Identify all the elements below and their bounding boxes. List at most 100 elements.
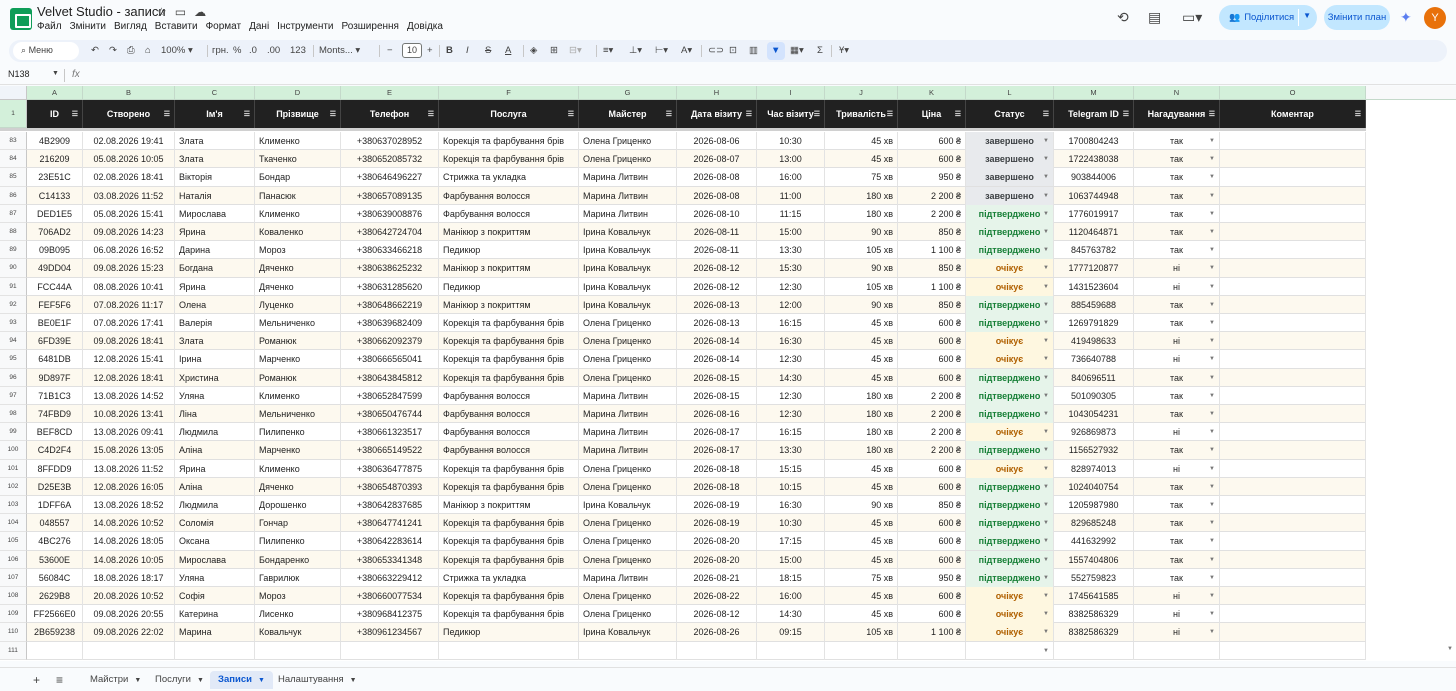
dropdown-arrow-icon[interactable]: ▼	[1209, 278, 1215, 296]
paint-format-icon[interactable]: ⌂	[145, 45, 151, 56]
dropdown-arrow-icon[interactable]: ▼	[1043, 642, 1049, 660]
dropdown-arrow-icon[interactable]: ▼	[1209, 350, 1215, 368]
cell-master[interactable]: Марина Литвин	[579, 168, 677, 187]
cell-time[interactable]: 13:00	[757, 150, 825, 169]
cell-created[interactable]: 02.08.2026 19:41	[83, 132, 175, 150]
row-number[interactable]: 98	[0, 405, 27, 424]
cell-surname[interactable]: Мороз	[255, 587, 341, 605]
cell-date[interactable]: 2026-08-11	[677, 241, 757, 260]
row-number[interactable]: 1	[0, 100, 27, 128]
cell-dur[interactable]: 75 хв	[825, 168, 898, 187]
font-select[interactable]: Monts... ▾	[319, 45, 360, 56]
scroll-down-icon[interactable]: ▼	[1447, 646, 1453, 652]
status-dropdown[interactable]: завершено ▼	[966, 168, 1054, 187]
cell-comment[interactable]	[1220, 496, 1366, 514]
cell-time[interactable]: 15:00	[757, 223, 825, 241]
cell-phone[interactable]: +380648662219	[341, 295, 439, 314]
status-dropdown[interactable]: очікує ▼	[966, 277, 1054, 296]
cell-comment[interactable]	[1220, 295, 1366, 314]
cell-service[interactable]: Корекція та фарбування брів	[439, 314, 579, 332]
reminder-dropdown[interactable]: так ▼	[1134, 223, 1220, 241]
cell-id[interactable]: 23E51C	[27, 168, 83, 187]
cell-id[interactable]: 4BC276	[27, 532, 83, 551]
cell-tg[interactable]: 1024040754	[1054, 477, 1134, 496]
cell-phone[interactable]: +380647741241	[341, 514, 439, 533]
cell-dur[interactable]: 45 хв	[825, 350, 898, 369]
cell-date[interactable]: 2026-08-12	[677, 277, 757, 296]
status-dropdown[interactable]: підтверджено ▼	[966, 368, 1054, 387]
dropdown-arrow-icon[interactable]: ▼	[1209, 605, 1215, 623]
freeze-divider[interactable]	[0, 128, 1366, 131]
increase-decimal-button[interactable]: .00	[267, 45, 280, 56]
font-size-decrease-icon[interactable]: −	[387, 45, 393, 56]
document-title[interactable]: Velvet Studio - записи	[37, 4, 166, 19]
dropdown-arrow-icon[interactable]: ▼	[1043, 623, 1049, 641]
cell-master[interactable]: Олена Гриценко	[579, 605, 677, 624]
number-format-button[interactable]: 123	[290, 45, 306, 56]
cell-phone[interactable]: +380631285620	[341, 277, 439, 296]
dropdown-arrow-icon[interactable]: ▼	[1209, 405, 1215, 423]
cell-dur[interactable]: 45 хв	[825, 332, 898, 351]
cell-id[interactable]: FCC44A	[27, 277, 83, 296]
cell-created[interactable]: 03.08.2026 11:52	[83, 186, 175, 205]
cell-surname[interactable]: Мороз	[255, 241, 341, 260]
cell-service[interactable]: Корекція та фарбування брів	[439, 132, 579, 150]
cell-name[interactable]: Ярина	[175, 277, 255, 296]
cell-dur[interactable]: 90 хв	[825, 259, 898, 278]
cell-surname[interactable]: Клименко	[255, 386, 341, 405]
cell-phone[interactable]: +380666565041	[341, 350, 439, 369]
cell-comment[interactable]	[1220, 423, 1366, 442]
filter-icon[interactable]: ☰	[164, 110, 170, 118]
filter-icon[interactable]: ☰	[887, 110, 893, 118]
row-number[interactable]: 105	[0, 532, 27, 551]
cell-time[interactable]: 09:15	[757, 623, 825, 642]
strikethrough-icon[interactable]: S	[485, 45, 491, 56]
cell-surname[interactable]: Коваленко	[255, 223, 341, 241]
cell-id[interactable]: 6481DB	[27, 350, 83, 369]
cell-id[interactable]: 53600E	[27, 550, 83, 569]
filter-views-icon[interactable]: ▦▾	[790, 45, 804, 56]
cell-surname[interactable]: Бондаренко	[255, 550, 341, 569]
cell-comment[interactable]	[1220, 168, 1366, 187]
row-number[interactable]: 108	[0, 587, 27, 606]
row-number[interactable]: 102	[0, 477, 27, 496]
cell-master[interactable]: Олена Гриценко	[579, 459, 677, 478]
cell-surname[interactable]: Романюк	[255, 332, 341, 351]
column-title[interactable]: Нагадування ☰	[1134, 100, 1220, 128]
cell-master[interactable]: Олена Гриценко	[579, 132, 677, 150]
comments-icon[interactable]: ▤	[1148, 9, 1161, 26]
cell-phone[interactable]: +380639008876	[341, 204, 439, 223]
cell-time[interactable]: 16:00	[757, 587, 825, 605]
chevron-down-icon[interactable]: ▼	[52, 70, 59, 77]
cell-dur[interactable]: 180 хв	[825, 386, 898, 405]
reminder-dropdown[interactable]: ні ▼	[1134, 332, 1220, 351]
reminder-dropdown[interactable]: так ▼	[1134, 550, 1220, 569]
row-number[interactable]: 103	[0, 496, 27, 515]
dropdown-arrow-icon[interactable]: ▼	[1043, 132, 1049, 150]
cell-price[interactable]: 850 ₴	[898, 259, 966, 278]
cell-id[interactable]: 49DD04	[27, 259, 83, 278]
cell-surname[interactable]: Панасюк	[255, 186, 341, 205]
dropdown-arrow-icon[interactable]: ▼	[1043, 223, 1049, 241]
cell-date[interactable]: 2026-08-19	[677, 496, 757, 514]
cell-id[interactable]: 2B659238	[27, 623, 83, 642]
cell-comment[interactable]	[1220, 350, 1366, 369]
cell-price[interactable]: 2 200 ₴	[898, 423, 966, 442]
cell-comment[interactable]	[1220, 132, 1366, 150]
cell-phone[interactable]: +380652085732	[341, 150, 439, 169]
dropdown-arrow-icon[interactable]: ▼	[1209, 223, 1215, 241]
row-number[interactable]: 111	[0, 641, 27, 660]
cell-comment[interactable]	[1220, 259, 1366, 278]
cell-surname[interactable]: Гаврилюк	[255, 568, 341, 587]
text-wrap-icon[interactable]: ⊢▾	[655, 45, 668, 56]
cell-date[interactable]: 2026-08-13	[677, 314, 757, 332]
dropdown-arrow-icon[interactable]: ▼	[1043, 332, 1049, 350]
dropdown-arrow-icon[interactable]: ▼	[1209, 168, 1215, 186]
cell-dur[interactable]: 45 хв	[825, 514, 898, 533]
dropdown-arrow-icon[interactable]: ▼	[1043, 168, 1049, 186]
column-title[interactable]: Майстер ☰	[579, 100, 677, 128]
dropdown-arrow-icon[interactable]: ▼	[1043, 205, 1049, 223]
empty-cell[interactable]	[677, 641, 757, 660]
cell-created[interactable]: 14.08.2026 10:52	[83, 514, 175, 533]
filter-icon[interactable]: ☰	[330, 110, 336, 118]
